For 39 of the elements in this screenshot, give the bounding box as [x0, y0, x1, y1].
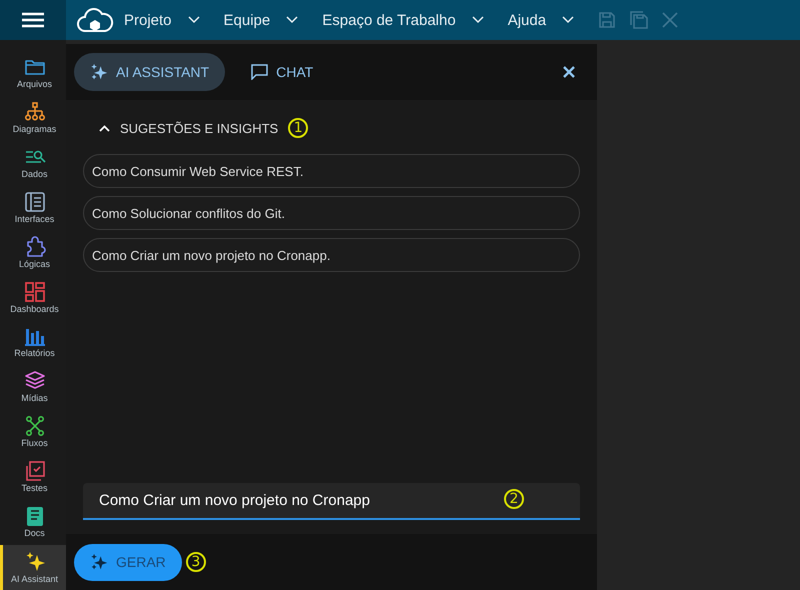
callout-number: 1: [288, 118, 308, 138]
sidebar-item[interactable]: Mídias: [0, 364, 66, 410]
callout-number: 2: [504, 489, 524, 509]
sidebar-item[interactable]: Fluxos: [0, 409, 66, 454]
menu-item[interactable]: Ajuda: [508, 12, 586, 28]
menu-icon: [22, 12, 44, 28]
section-title: SUGESTÕES E INSIGHTS: [120, 120, 278, 136]
callout-number: 3: [186, 552, 206, 572]
sidebar-item[interactable]: Arquivos: [0, 50, 66, 95]
collapse-button[interactable]: [99, 124, 110, 132]
suggestion-chip[interactable]: Como Criar um novo projeto no Cronapp.: [83, 238, 580, 272]
menu-item[interactable]: Projeto: [124, 12, 212, 28]
menu-item[interactable]: Espaço de Trabalho: [322, 12, 496, 28]
sidebar-item[interactable]: Dados: [0, 140, 66, 185]
close-icon: [563, 66, 575, 78]
close-button[interactable]: [563, 66, 575, 78]
sidebar-item[interactable]: Lógicas: [0, 230, 66, 275]
cloud-logo-icon: [76, 6, 114, 34]
chevron-down-icon: [562, 16, 574, 24]
sidebar-item[interactable]: Testes: [0, 454, 66, 500]
sidebar-item[interactable]: Docs: [0, 499, 66, 544]
sparkle-icon: [90, 63, 108, 81]
chevron-up-icon: [99, 124, 110, 132]
sparkle-icon: [90, 553, 108, 571]
sidebar-item[interactable]: Interfaces: [0, 184, 66, 230]
sidebar-item[interactable]: AI Assistant: [0, 545, 66, 590]
menu-item[interactable]: Equipe: [224, 12, 310, 28]
suggestion-chip[interactable]: Como Solucionar conflitos do Git.: [83, 196, 580, 230]
chevron-down-icon: [188, 16, 200, 24]
chevron-down-icon: [472, 16, 484, 24]
tab[interactable]: CHAT: [235, 53, 330, 91]
suggestion-chip[interactable]: Como Consumir Web Service REST.: [83, 154, 580, 188]
chevron-down-icon: [286, 16, 298, 24]
tab[interactable]: AI ASSISTANT: [74, 53, 226, 91]
sidebar-item[interactable]: Diagramas: [0, 94, 66, 140]
menu-button[interactable]: [0, 0, 66, 40]
sidebar-item[interactable]: Dashboards: [0, 274, 66, 320]
chat-bubble-icon: [251, 64, 268, 80]
sidebar-item[interactable]: Relatórios: [0, 320, 66, 364]
